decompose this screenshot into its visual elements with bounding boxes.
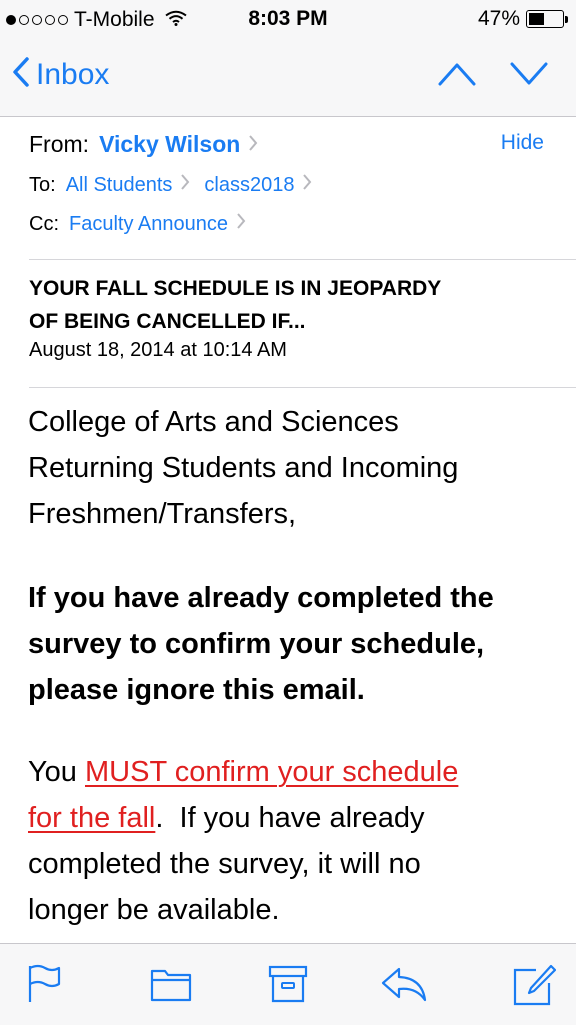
compose-icon[interactable] (512, 964, 557, 1013)
body-text: You (28, 756, 85, 788)
recipient-all-students[interactable]: All Students (66, 174, 173, 197)
message-date: August 18, 2014 at 10:14 AM (29, 339, 287, 361)
chevron-right-icon (302, 173, 312, 197)
header-divider (29, 259, 576, 260)
body-line: If you have already completed the (28, 582, 494, 614)
body-line: please ignore this email. (28, 674, 365, 706)
recipient-class2018[interactable]: class2018 (204, 174, 294, 197)
body-line: Returning Students and Incoming (28, 452, 459, 484)
chevron-right-icon (180, 173, 190, 197)
cc-row: Cc: Faculty Announce (29, 212, 246, 236)
body-line: survey to confirm your schedule, (28, 628, 485, 660)
previous-message-icon[interactable] (437, 60, 477, 93)
battery-level-fill (529, 13, 544, 25)
message-subject: YOUR FALL SCHEDULE IS IN JEOPARDY OF BEI… (29, 272, 549, 338)
back-chevron-icon (12, 56, 30, 93)
navigation-bar: Inbox (0, 40, 576, 117)
subject-divider (29, 387, 576, 388)
greeting-paragraph: College of Arts and Sciences Returning S… (28, 399, 558, 537)
battery-nub (565, 15, 568, 23)
status-bar: T-Mobile 8:03 PM 47% (0, 0, 576, 40)
body-line: Freshmen/Transfers, (28, 498, 297, 530)
from-label: From: (29, 131, 90, 157)
message-body: College of Arts and Sciences Returning S… (28, 399, 558, 933)
to-label: To: (29, 173, 56, 196)
bottom-toolbar (0, 943, 576, 1025)
reply-icon[interactable] (380, 964, 428, 1009)
flag-icon[interactable] (26, 964, 62, 1009)
subject-line: OF BEING CANCELLED IF... (29, 310, 306, 333)
chevron-right-icon (248, 131, 258, 158)
body-line: College of Arts and Sciences (28, 406, 399, 438)
archive-icon[interactable] (268, 964, 308, 1009)
back-to-inbox-button[interactable]: Inbox (12, 56, 109, 93)
chevron-right-icon (236, 212, 246, 236)
body-line: completed the survey, it will no (28, 848, 421, 880)
body-text: . If you have already (155, 802, 425, 834)
next-message-icon[interactable] (509, 60, 549, 93)
body-line: longer be available. (28, 894, 280, 926)
battery-percent: 47% (477, 7, 520, 30)
subject-line: YOUR FALL SCHEDULE IS IN JEOPARDY (29, 277, 442, 300)
battery-icon (526, 10, 564, 28)
confirm-schedule-link[interactable]: MUST confirm your schedule (85, 756, 458, 788)
confirm-paragraph: You MUST confirm your schedule for the fa… (28, 749, 558, 933)
cc-label: Cc: (29, 212, 59, 235)
back-label: Inbox (36, 57, 110, 91)
hide-details-button[interactable]: Hide (501, 131, 544, 155)
cc-faculty-announce[interactable]: Faculty Announce (69, 213, 228, 236)
from-row: From: Vicky Wilson (29, 131, 258, 158)
folder-icon[interactable] (150, 964, 192, 1009)
to-row: To: All Students class2018 (29, 173, 312, 197)
battery-status: 47% (478, 7, 568, 31)
confirm-schedule-link[interactable]: for the fall (28, 802, 155, 834)
bold-notice-paragraph: If you have already completed the survey… (28, 575, 558, 713)
sender-name[interactable]: Vicky Wilson (99, 131, 240, 158)
